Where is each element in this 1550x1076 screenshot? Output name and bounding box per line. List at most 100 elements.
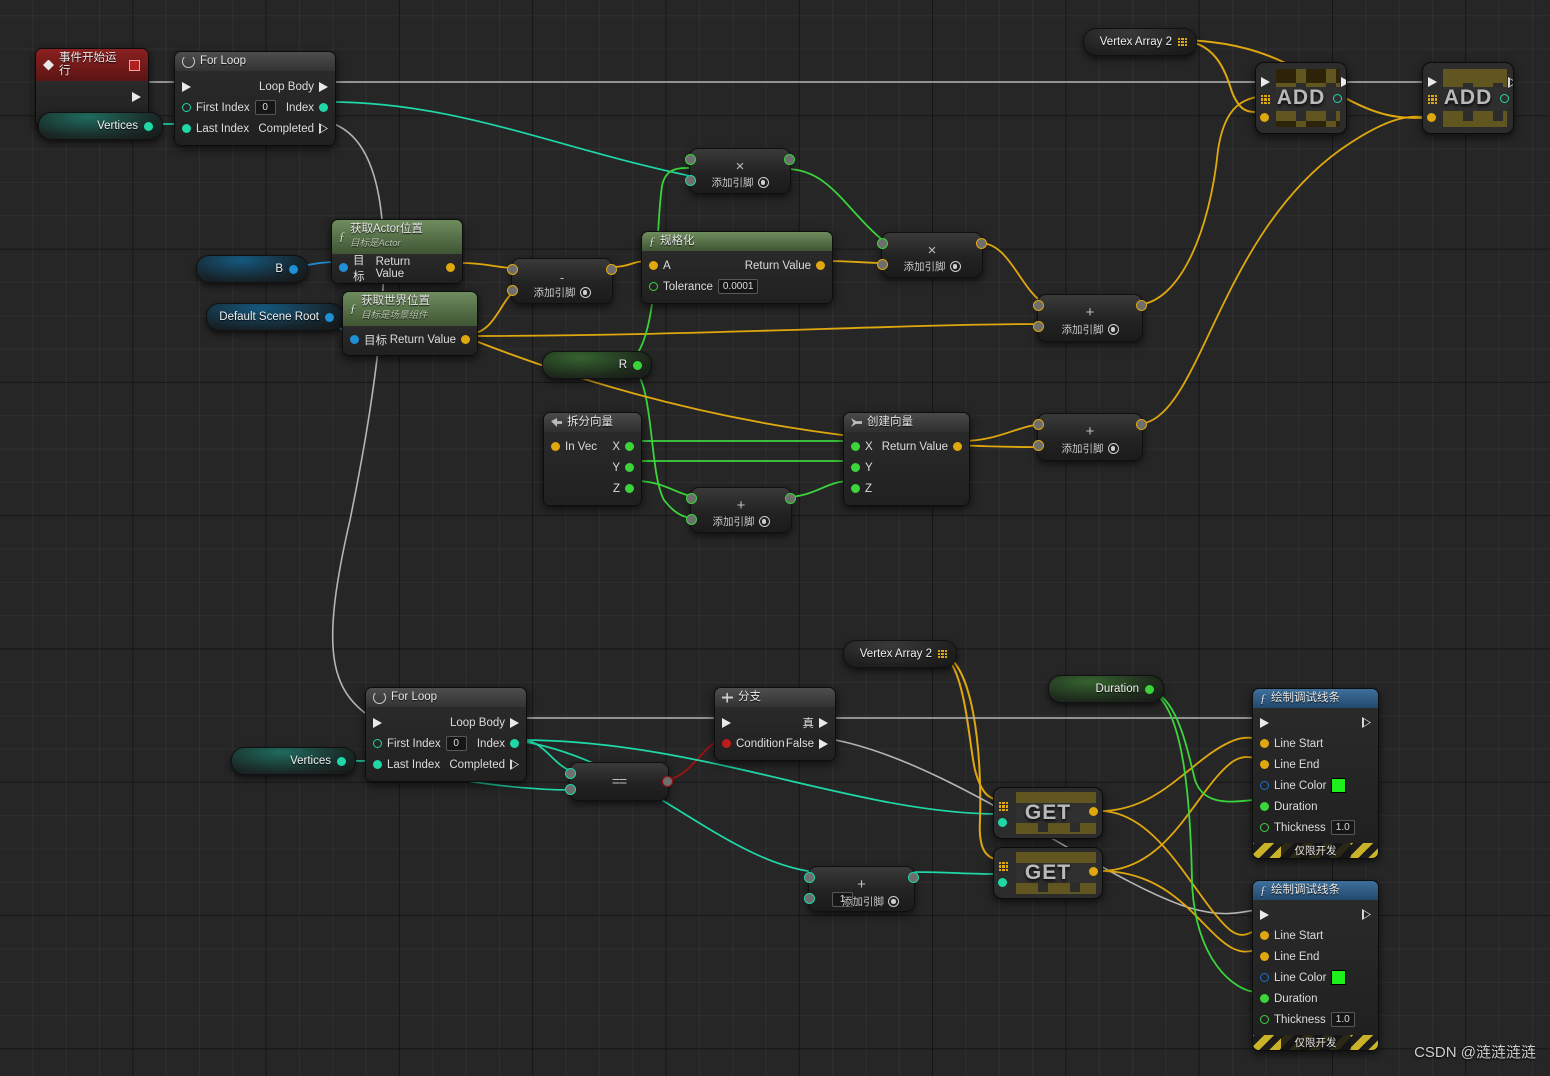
node-multiply-top[interactable]: × 添加引脚 xyxy=(685,148,795,194)
add-pin-button[interactable]: 添加引脚 xyxy=(691,514,791,529)
thickness-pin[interactable] xyxy=(1260,823,1269,832)
first-index-input[interactable]: 0 xyxy=(445,736,467,751)
float-out-pin[interactable] xyxy=(1145,684,1154,694)
node-for-loop-2[interactable]: For Loop Loop Body First Index 0 Index L… xyxy=(365,687,527,782)
add-pin-icon[interactable] xyxy=(1107,324,1119,335)
variable-vertex-array-2-top[interactable]: Vertex Array 2 xyxy=(1083,28,1197,56)
node-array-add-2[interactable]: ADD xyxy=(1422,62,1514,134)
loop-body-exec-pin[interactable] xyxy=(510,717,519,728)
line-color-pin[interactable] xyxy=(1260,781,1269,790)
completed-exec-pin[interactable] xyxy=(319,123,328,134)
float-out-pin[interactable] xyxy=(633,360,642,370)
item-out-pin[interactable] xyxy=(1089,867,1098,876)
variable-vertices-2[interactable]: Vertices xyxy=(231,747,356,775)
first-index-pin[interactable] xyxy=(373,739,382,748)
line-start-pin[interactable] xyxy=(1260,739,1269,748)
array-out-pin[interactable] xyxy=(1178,37,1187,47)
variable-b[interactable]: B xyxy=(196,255,308,283)
return-value-pin[interactable] xyxy=(446,263,455,272)
index-out-pin[interactable] xyxy=(319,103,328,112)
node-get-world-location[interactable]: ƒ 获取世界位置 目标是场景组件 目标 Return Value xyxy=(342,291,478,356)
return-value-pin[interactable] xyxy=(816,261,825,270)
add-pin-icon[interactable] xyxy=(949,261,961,272)
true-exec-pin[interactable] xyxy=(819,717,828,728)
add-pin-button[interactable]: 添加引脚 xyxy=(827,894,914,909)
compact-toggle-icon[interactable] xyxy=(129,59,140,71)
line-color-swatch[interactable] xyxy=(1331,778,1347,793)
target-pin[interactable] xyxy=(339,263,348,272)
exec-out-pin[interactable] xyxy=(1341,77,1346,87)
index-in-pin[interactable] xyxy=(998,818,1007,827)
add-pin-icon[interactable] xyxy=(1107,443,1119,454)
add-pin-button[interactable]: 添加引脚 xyxy=(512,285,612,300)
add-pin-button[interactable]: 添加引脚 xyxy=(690,175,790,190)
target-pin[interactable] xyxy=(350,335,359,344)
x-in-pin[interactable] xyxy=(851,442,860,451)
exec-in-pin[interactable] xyxy=(1260,717,1269,728)
add-pin-button[interactable]: 添加引脚 xyxy=(882,259,982,274)
array-in-pin[interactable] xyxy=(1428,95,1437,104)
line-end-pin[interactable] xyxy=(1260,952,1269,961)
object-out-pin[interactable] xyxy=(289,264,298,274)
node-make-vector[interactable]: 创建向量 X Return Value Y Z xyxy=(843,412,970,506)
index-out-pin[interactable] xyxy=(510,739,519,748)
exec-in-pin[interactable] xyxy=(1428,77,1437,87)
input-b-pin[interactable] xyxy=(804,893,815,904)
variable-vertex-array-2-bottom[interactable]: Vertex Array 2 xyxy=(843,640,957,668)
input-a-pin[interactable] xyxy=(649,261,658,270)
line-end-pin[interactable] xyxy=(1260,760,1269,769)
new-item-pin[interactable] xyxy=(1260,113,1269,122)
array-out-pin[interactable] xyxy=(337,756,346,766)
add-pin-icon[interactable] xyxy=(888,896,899,907)
tolerance-input[interactable]: 0.0001 xyxy=(717,279,759,294)
z-out-pin[interactable] xyxy=(625,484,634,493)
variable-default-scene-root[interactable]: Default Scene Root xyxy=(206,303,344,331)
line-color-swatch[interactable] xyxy=(1331,970,1347,985)
node-add-one[interactable]: + 1 添加引脚 xyxy=(804,866,919,912)
z-in-pin[interactable] xyxy=(851,484,860,493)
node-subtract[interactable]: - 添加引脚 xyxy=(507,258,617,304)
node-branch[interactable]: 分支 真 Condition False xyxy=(714,687,836,761)
exec-out-pin[interactable] xyxy=(1508,77,1513,88)
last-index-pin[interactable] xyxy=(182,124,191,133)
condition-pin[interactable] xyxy=(722,739,731,748)
node-for-loop-1[interactable]: For Loop Loop Body First Index 0 Index L… xyxy=(174,51,336,146)
return-index-pin[interactable] xyxy=(1500,94,1509,103)
node-add-z[interactable]: + 添加引脚 xyxy=(686,487,796,533)
line-start-pin[interactable] xyxy=(1260,931,1269,940)
loop-body-exec-pin[interactable] xyxy=(319,81,328,92)
exec-out-pin[interactable] xyxy=(1362,909,1371,920)
node-add-right-1[interactable]: + 添加引脚 xyxy=(1033,294,1147,342)
exec-in-pin[interactable] xyxy=(722,717,731,728)
first-index-input[interactable]: 0 xyxy=(254,100,276,115)
node-array-add-1[interactable]: ADD xyxy=(1255,62,1347,134)
add-pin-button[interactable]: 添加引脚 xyxy=(1038,322,1142,337)
exec-in-pin[interactable] xyxy=(182,81,191,92)
line-color-pin[interactable] xyxy=(1260,973,1269,982)
add-pin-icon[interactable] xyxy=(758,516,770,527)
y-out-pin[interactable] xyxy=(625,463,634,472)
exec-in-pin[interactable] xyxy=(373,717,382,728)
object-out-pin[interactable] xyxy=(325,312,334,322)
y-in-pin[interactable] xyxy=(851,463,860,472)
array-in-pin[interactable] xyxy=(999,802,1008,811)
x-out-pin[interactable] xyxy=(625,442,634,451)
thickness-pin[interactable] xyxy=(1260,1015,1269,1024)
node-break-vector[interactable]: 拆分向量 In Vec X Y Z xyxy=(543,412,642,506)
array-in-pin[interactable] xyxy=(999,862,1008,871)
add-pin-icon[interactable] xyxy=(757,177,769,188)
thickness-input[interactable]: 1.0 xyxy=(1330,1012,1355,1027)
exec-out-pin[interactable] xyxy=(1362,717,1371,728)
in-vec-pin[interactable] xyxy=(551,442,560,451)
node-draw-debug-line-1[interactable]: ƒ 绘制调试线条 Line Start Line End Line Color xyxy=(1252,688,1379,859)
new-item-pin[interactable] xyxy=(1427,113,1436,122)
blueprint-graph-canvas[interactable]: 事件开始运行 Vertices For Loop Loop Body First… xyxy=(0,0,1550,1076)
false-exec-pin[interactable] xyxy=(819,738,828,749)
return-value-pin[interactable] xyxy=(461,335,470,344)
array-out-pin[interactable] xyxy=(938,649,947,659)
item-out-pin[interactable] xyxy=(1089,807,1098,816)
array-out-pin[interactable] xyxy=(144,121,153,131)
node-draw-debug-line-2[interactable]: ƒ 绘制调试线条 Line Start Line End Line Color xyxy=(1252,880,1379,1051)
tolerance-pin[interactable] xyxy=(649,282,658,291)
variable-r[interactable]: R xyxy=(542,351,652,379)
